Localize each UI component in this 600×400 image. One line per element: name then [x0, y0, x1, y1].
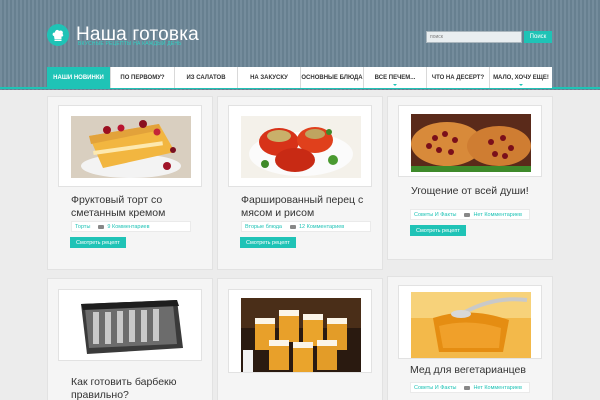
post-category-link[interactable]: Вторые блюда [245, 224, 282, 230]
post-title[interactable]: Мед для вегетарианцев [410, 364, 526, 377]
nav-item-label: ЧТО НА ДЕСЕРТ? [431, 74, 485, 81]
post-title[interactable]: Фаршированный перец с мясом и рисом [241, 194, 363, 220]
post-card [217, 278, 383, 400]
comment-icon [464, 212, 471, 217]
site-tagline: ВКУСНЫЕ РЕЦЕПТЫ НА КАЖДЫЙ ДЕНЬ [78, 41, 182, 47]
post-meta: Торты 9 Комментариев [71, 221, 191, 232]
nav-item-salads[interactable]: ИЗ САЛАТОВ [174, 67, 237, 88]
post-title-line: правильно? [71, 389, 129, 400]
nav-item-label: НА ЗАКУСКУ [250, 74, 288, 81]
post-comments-link[interactable]: 12 Комментариев [299, 224, 344, 230]
nav-item-more[interactable]: МАЛО, ХОЧУ ЕЩЕ! [489, 67, 552, 88]
post-meta: Советы И Факты Нет Комментариев [410, 209, 530, 220]
post-title[interactable]: Угощение от всей души! [411, 185, 529, 198]
nav-item-label: ВСЕ ПЕЧЕМ... [374, 74, 416, 81]
post-category-link[interactable]: Советы И Факты [414, 212, 456, 218]
comment-icon [290, 224, 296, 229]
post-card: Фаршированный перец с мясом и рисом Втор… [217, 96, 383, 270]
submenu-caret-icon [393, 84, 397, 86]
post-title-line: мясом и рисом [241, 207, 315, 219]
comment-icon [98, 224, 105, 229]
post-title-line: Фаршированный перец с [241, 194, 364, 206]
post-title-line: Угощение от всей души! [411, 185, 529, 197]
post-title-line: сметанным кремом [71, 207, 166, 219]
post-thumbnail-bbq-tools[interactable] [58, 289, 202, 361]
nav-item-label: ИЗ САЛАТОВ [186, 74, 226, 81]
post-title[interactable]: Как готовить барбекю правильно? [71, 376, 177, 400]
submenu-caret-icon [519, 84, 523, 86]
post-thumbnail-honey-jar[interactable] [398, 285, 542, 359]
read-recipe-button[interactable]: Смотреть рецепт [70, 237, 126, 248]
nav-item-main-dishes[interactable]: ОСНОВНЫЕ БЛЮДА [300, 67, 363, 88]
post-thumbnail-cake-slice[interactable] [58, 105, 202, 187]
post-thumbnail-beer-mugs[interactable] [228, 289, 372, 373]
nav-item-label: МАЛО, ХОЧУ ЕЩЕ! [493, 74, 549, 81]
main-nav: НАШИ НОВИНКИ ПО ПЕРВОМУ? ИЗ САЛАТОВ НА З… [0, 67, 600, 89]
comment-icon [464, 385, 471, 390]
post-thumbnail-berry-pies[interactable] [398, 105, 542, 177]
nav-item-label: ОСНОВНЫЕ БЛЮДА [301, 74, 363, 81]
post-title[interactable]: Фруктовый торт со сметанным кремом [71, 194, 165, 220]
read-recipe-button[interactable]: Смотреть рецепт [410, 225, 466, 236]
post-card: Мед для вегетарианцев Советы И Факты Нет… [387, 276, 553, 400]
post-meta: Вторые блюда 12 Комментариев [241, 221, 371, 232]
nav-item-label: НАШИ НОВИНКИ [53, 74, 104, 81]
post-comments-link[interactable]: Нет Комментариев [473, 385, 521, 391]
post-category-link[interactable]: Торты [75, 224, 90, 230]
post-category-link[interactable]: Советы И Факты [414, 385, 456, 391]
post-meta: Советы И Факты Нет Комментариев [410, 382, 530, 393]
post-title-line: Как готовить барбекю [71, 376, 177, 388]
nav-item-dessert[interactable]: ЧТО НА ДЕСЕРТ? [426, 67, 489, 88]
nav-item-baking[interactable]: ВСЕ ПЕЧЕМ... [363, 67, 426, 88]
read-recipe-button[interactable]: Смотреть рецепт [240, 237, 296, 248]
search-button[interactable]: Поиск [524, 31, 552, 43]
post-card: Как готовить барбекю правильно? [47, 278, 213, 400]
nav-item-appetizers[interactable]: НА ЗАКУСКУ [237, 67, 300, 88]
post-comments-link[interactable]: Нет Комментариев [473, 212, 521, 218]
post-comments-link[interactable]: 9 Комментариев [107, 224, 149, 230]
post-card: Угощение от всей души! Советы И Факты Не… [387, 96, 553, 260]
post-thumbnail-stuffed-peppers[interactable] [228, 105, 372, 187]
post-card: Фруктовый торт со сметанным кремом Торты… [47, 96, 213, 270]
nav-item-label: ПО ПЕРВОМУ? [120, 74, 165, 81]
post-title-line: Фруктовый торт со [71, 194, 163, 206]
nav-item-new[interactable]: НАШИ НОВИНКИ [47, 67, 110, 88]
nav-item-first-course[interactable]: ПО ПЕРВОМУ? [110, 67, 174, 88]
chef-hat-icon[interactable] [47, 24, 69, 46]
post-title-line: Мед для вегетарианцев [410, 364, 526, 376]
search-input[interactable] [426, 31, 522, 43]
